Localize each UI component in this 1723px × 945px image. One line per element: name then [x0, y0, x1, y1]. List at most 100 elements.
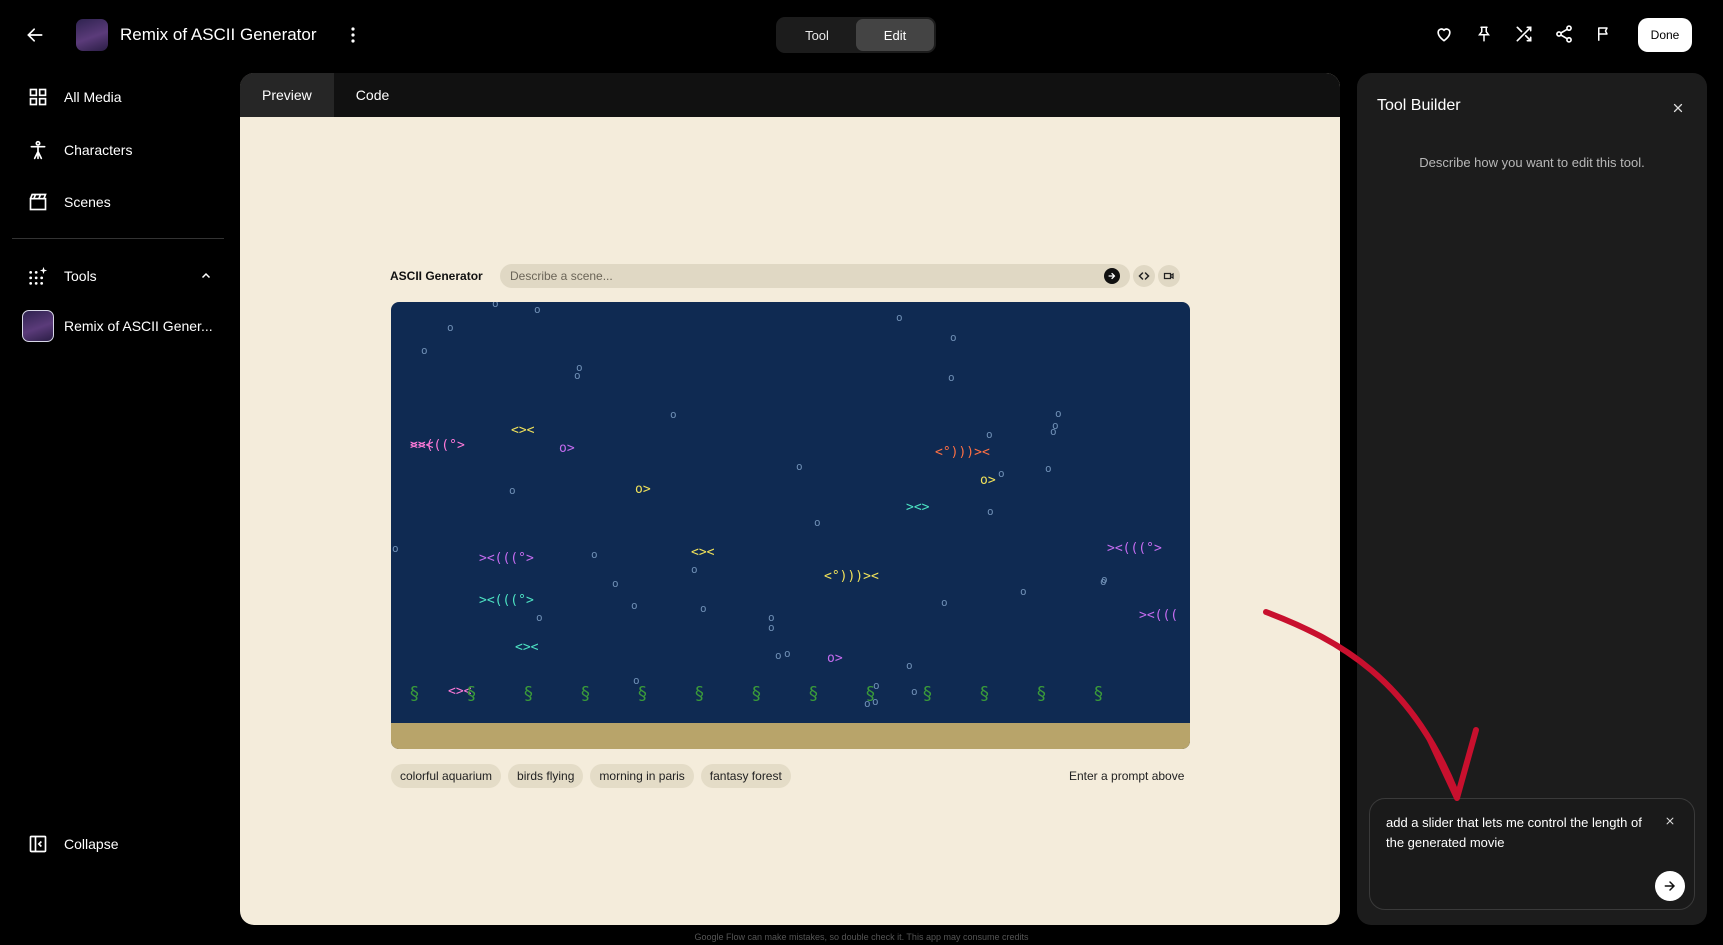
clapperboard-icon: [29, 193, 47, 211]
generate-button[interactable]: [1104, 268, 1120, 284]
tool-builder-panel: Tool Builder Describe how you want to ed…: [1357, 73, 1707, 925]
ascii-bubble: o: [631, 599, 638, 612]
ascii-bubble: o: [509, 484, 516, 497]
ascii-fish: ><(((°>: [410, 438, 465, 453]
ascii-fish: o>: [635, 482, 651, 497]
ascii-bubble: o: [948, 371, 955, 384]
ascii-fish: ><(((°>: [479, 551, 534, 566]
edit-prompt-input[interactable]: add a slider that lets me control the le…: [1386, 813, 1658, 853]
ascii-seaweed: §: [1093, 683, 1104, 704]
ascii-bubble: o: [998, 467, 1005, 480]
ascii-seaweed: §: [751, 683, 762, 704]
ascii-fish: <°)))><: [824, 569, 879, 584]
close-builder-button[interactable]: [1666, 96, 1690, 120]
report-button[interactable]: [1590, 20, 1618, 48]
code-brackets-icon: [1138, 272, 1150, 280]
mode-edit-button[interactable]: Edit: [856, 19, 934, 51]
sidebar-item-characters[interactable]: Characters: [12, 130, 222, 170]
sidebar-tool-remix-ascii[interactable]: Remix of ASCII Gener...: [12, 306, 222, 346]
sidebar-item-label: Scenes: [64, 194, 111, 210]
ascii-fish: ><(((°>: [1107, 541, 1162, 556]
pin-button[interactable]: [1470, 20, 1498, 48]
ascii-bubble: o: [775, 649, 782, 662]
ascii-seaweed: §: [694, 683, 705, 704]
ascii-bubble: o: [591, 548, 598, 561]
record-video-button[interactable]: [1158, 265, 1180, 287]
ascii-fish: o>: [559, 441, 575, 456]
ascii-fish: <><: [515, 640, 539, 655]
ascii-seaweed: §: [865, 683, 876, 704]
ascii-seaweed: §: [523, 683, 534, 704]
ascii-seaweed: §: [637, 683, 648, 704]
more-options-button[interactable]: [343, 22, 363, 48]
arrow-right-icon: [1108, 272, 1116, 280]
sidebar-item-all-media[interactable]: All Media: [12, 77, 222, 117]
suggestion-chip[interactable]: birds flying: [508, 764, 584, 788]
clear-prompt-button[interactable]: [1660, 811, 1680, 831]
ascii-fish: ><>: [906, 500, 930, 515]
chevron-up-icon: [201, 272, 211, 279]
ascii-bubble: o: [950, 331, 957, 344]
sidebar-item-scenes[interactable]: Scenes: [12, 182, 222, 222]
ascii-bubble: o: [700, 602, 707, 615]
ascii-bubble: o: [1050, 425, 1057, 438]
close-icon: [1666, 817, 1674, 825]
close-icon: [1673, 103, 1683, 113]
done-button[interactable]: Done: [1638, 18, 1692, 52]
ascii-scene-canvas: <>< ><(((°> <>< o> o> <°)))>< o> ><> ><(((°> <>< <…: [391, 302, 1190, 749]
ascii-bubble: o: [906, 659, 913, 672]
top-actions: [1430, 20, 1618, 48]
ascii-bubble: o: [768, 621, 775, 634]
tab-code[interactable]: Code: [334, 73, 411, 117]
ascii-fish: ><(((°>: [479, 593, 534, 608]
tab-bar: Preview Code: [240, 73, 1340, 117]
ascii-bubble: o: [536, 611, 543, 624]
generator-header: ASCII Generator: [390, 264, 1190, 288]
suggestion-chip[interactable]: fantasy forest: [700, 764, 791, 788]
ascii-seaweed: §: [922, 683, 933, 704]
sidebar-collapse-button[interactable]: Collapse: [12, 824, 222, 864]
back-button[interactable]: [22, 22, 48, 48]
ascii-seaweed: §: [979, 683, 990, 704]
ascii-seaweed: §: [409, 683, 420, 704]
flag-icon: [1598, 27, 1608, 41]
ascii-bubble: o: [1045, 462, 1052, 475]
ascii-bubble: o: [534, 303, 541, 316]
sidebar-item-label: Characters: [64, 142, 133, 158]
ascii-bubble: o: [392, 542, 399, 555]
person-icon: [30, 140, 46, 160]
ascii-bubble: o: [691, 563, 698, 576]
mode-tool-button[interactable]: Tool: [778, 19, 856, 51]
view-code-button[interactable]: [1133, 265, 1155, 287]
tab-preview[interactable]: Preview: [240, 73, 334, 117]
shuffle-button[interactable]: [1510, 20, 1538, 48]
favorite-button[interactable]: [1430, 20, 1458, 48]
builder-hint: Describe how you want to edit this tool.: [1419, 155, 1645, 170]
edit-prompt-box[interactable]: add a slider that lets me control the le…: [1369, 798, 1695, 910]
ascii-fish: <°)))><: [935, 445, 990, 460]
ascii-bubble: o: [447, 321, 454, 334]
generator-status: Enter a prompt above: [1069, 769, 1185, 783]
footer-disclaimer: Google Flow can make mistakes, so double…: [694, 932, 1029, 942]
suggestion-chip[interactable]: colorful aquarium: [391, 764, 502, 788]
tool-builder-title: Tool Builder: [1377, 97, 1461, 114]
sidebar-tools-section[interactable]: Tools: [12, 256, 222, 296]
ascii-bubble: o: [492, 302, 499, 310]
ascii-bubble: o: [941, 596, 948, 609]
share-button[interactable]: [1550, 20, 1578, 48]
video-camera-icon: [1163, 272, 1174, 280]
sidebar: All Media Characters Scenes Tools Remix …: [0, 70, 230, 945]
suggestion-chip[interactable]: morning in paris: [590, 764, 694, 788]
sidebar-item-label: All Media: [64, 89, 122, 105]
share-icon: [1556, 25, 1572, 43]
ascii-fish: o>: [827, 651, 843, 666]
arrow-right-icon: [1664, 881, 1676, 891]
ascii-bubble: o: [987, 505, 994, 518]
shuffle-icon: [1516, 26, 1532, 42]
ascii-fish: o>: [980, 473, 996, 488]
heart-icon: [1437, 28, 1451, 42]
ascii-bubble: o: [670, 408, 677, 421]
scene-prompt-input[interactable]: [500, 264, 1130, 288]
ascii-seaweed: §: [1036, 683, 1047, 704]
submit-prompt-button[interactable]: [1655, 871, 1685, 901]
